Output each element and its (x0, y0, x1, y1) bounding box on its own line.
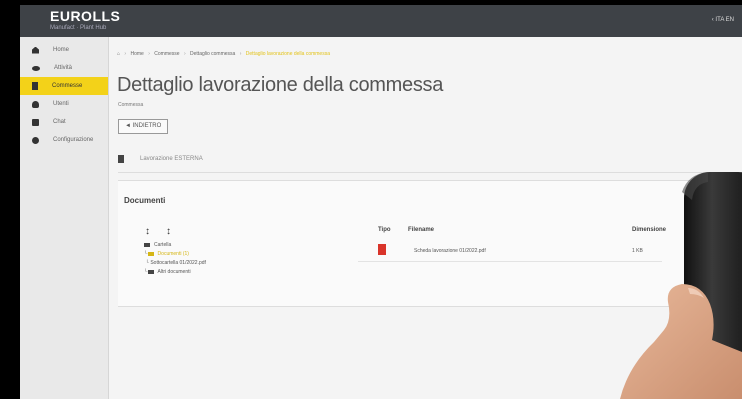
sidebar-item-commesse[interactable]: Commesse (20, 77, 108, 95)
back-button[interactable]: ◄ INDIETRO (118, 119, 169, 134)
tree-node-label: Cartella (154, 242, 172, 248)
collapse-all-icon[interactable]: ↕ (166, 226, 171, 237)
breadcrumb-current: Dettaglio lavorazione della commessa (245, 51, 330, 57)
column-header-type[interactable]: Tipo (378, 227, 391, 233)
wrench-icon (32, 65, 40, 71)
breadcrumb-separator: › (183, 51, 186, 57)
tree-node[interactable]: └ Sottocartella 01/2022.pdf (144, 259, 206, 268)
expand-all-icon[interactable]: ↕ (145, 226, 150, 237)
column-header-filename[interactable]: Filename (408, 227, 434, 233)
tree-node-label: Documenti (1) (157, 251, 189, 257)
breadcrumb-separator: › (148, 51, 150, 57)
breadcrumb-item[interactable]: Home (130, 51, 143, 57)
document-icon (118, 155, 124, 163)
home-icon (32, 46, 39, 54)
folder-icon (147, 251, 154, 256)
tree-node-label: Altri documenti (157, 269, 191, 275)
hand-holding-phone-image (620, 172, 742, 399)
home-icon[interactable]: ⌂ (117, 51, 120, 57)
sidebar-item-attivita[interactable]: Attività (20, 59, 108, 77)
tree-node[interactable]: Cartella (144, 241, 206, 250)
people-icon (32, 100, 39, 108)
tree-node[interactable]: └ Documenti (1) (144, 250, 206, 259)
file-name-cell[interactable]: Scheda lavorazione 01/2022.pdf (414, 248, 486, 254)
breadcrumb-item[interactable]: Commesse (154, 51, 179, 57)
tree-node[interactable]: └ Altri documenti (144, 268, 206, 277)
language-switch[interactable]: ‹ ITA EN (712, 17, 734, 23)
pdf-icon[interactable] (378, 244, 386, 255)
sidebar-item-chat[interactable]: Chat (20, 113, 108, 131)
info-text: Lavorazione ESTERNA (140, 156, 203, 162)
sidebar-item-label: Home (53, 47, 70, 53)
breadcrumb-item[interactable]: Dettaglio commessa (190, 51, 235, 57)
folder-tree: Cartella └ Documenti (1) └ Sottocartella … (144, 241, 206, 277)
brand-subtitle: Manufact · Plant Hub (50, 25, 107, 31)
sidebar-item-home[interactable]: Home (20, 41, 108, 59)
tree-node-label: Sottocartella 01/2022.pdf (150, 260, 206, 266)
panel-title: Documenti (124, 196, 166, 205)
breadcrumb-separator: › (124, 51, 127, 57)
folder-icon (147, 269, 154, 274)
info-row: Lavorazione ESTERNA (118, 155, 203, 163)
sidebar: Home Attività Commesse Utenti Chat Confi… (20, 37, 109, 399)
top-bar: EUROLLS Manufact · Plant Hub ‹ ITA EN (20, 5, 742, 37)
page-title: Dettaglio lavorazione della commessa (117, 74, 444, 96)
sidebar-item-label: Configurazione (53, 137, 94, 143)
sidebar-item-configurazione[interactable]: Configurazione (20, 131, 108, 149)
breadcrumb-separator: › (239, 51, 242, 57)
sidebar-item-label: Commesse (52, 83, 83, 89)
brand-logo[interactable]: EUROLLS (50, 8, 120, 24)
tree-controls: ↕ ↕ (145, 226, 171, 237)
sidebar-item-label: Chat (53, 119, 66, 125)
sidebar-item-label: Utenti (53, 101, 69, 107)
folder-icon (144, 242, 150, 247)
gear-icon (32, 136, 39, 144)
page-subtitle: Commessa (118, 102, 144, 108)
sidebar-item-utenti[interactable]: Utenti (20, 95, 108, 113)
chat-icon (32, 118, 39, 126)
document-icon (32, 82, 38, 90)
sidebar-item-label: Attività (54, 65, 73, 71)
breadcrumb: ⌂ › Home › Commesse › Dettaglio commessa… (117, 51, 330, 57)
